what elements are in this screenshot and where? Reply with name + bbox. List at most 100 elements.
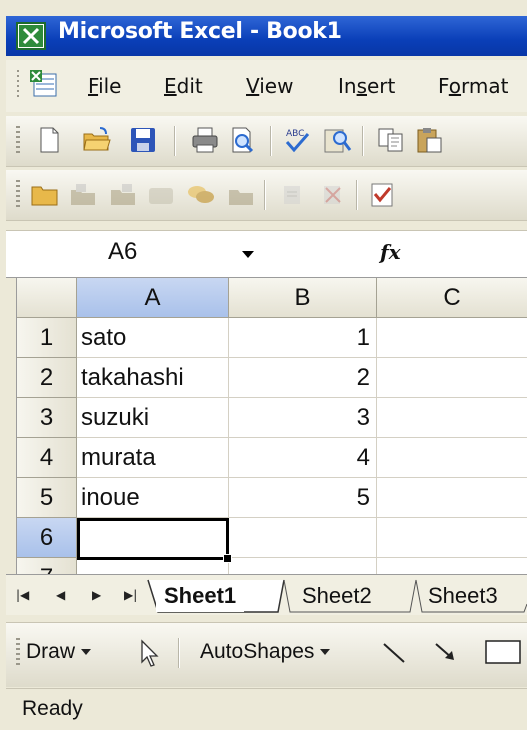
menu-insert[interactable]: Insert [338,74,395,98]
cell-c2[interactable] [377,358,527,398]
folder-icon[interactable] [30,180,60,208]
row-header[interactable]: 6 [17,518,77,558]
excel-icon[interactable] [16,22,46,50]
status-text: Ready [22,697,83,720]
toolbar-separator [264,180,266,210]
cell-a1[interactable]: sato [77,318,229,358]
copy-icon[interactable] [376,126,406,154]
research-icon[interactable] [322,126,352,154]
svg-text:ABC: ABC [286,129,304,139]
toolbar-separator [174,126,176,156]
print-icon[interactable] [190,126,220,154]
save-icon[interactable] [128,126,158,154]
menu-format[interactable]: Format [438,74,509,98]
rectangle-icon[interactable] [482,638,522,666]
cell-b1[interactable]: 1 [229,318,377,358]
access-key: s [356,74,367,98]
spelling-icon[interactable]: ABC [282,126,312,154]
tab-sheet2[interactable]: Sheet2 [294,580,380,612]
cell-c3[interactable] [377,398,527,438]
delete-icon[interactable] [318,180,348,208]
toolbar-separator [178,638,180,668]
status-bar [6,688,527,730]
clipboard-icon[interactable] [278,180,308,208]
check-icon[interactable] [368,180,398,208]
access-key: F [88,74,99,98]
chevron-down-icon [320,649,331,656]
row-header[interactable]: 4 [17,438,77,478]
chevron-down-icon [81,649,92,656]
cell-b4[interactable]: 4 [229,438,377,478]
first-sheet-icon[interactable]: |◀ [16,588,29,602]
next-sheet-icon[interactable]: ▶ [92,588,101,602]
note-icon[interactable] [146,180,176,208]
row-header[interactable]: 2 [17,358,77,398]
tab-sheet3[interactable]: Sheet3 [420,580,506,612]
prev-sheet-icon[interactable]: ◀ [56,588,65,602]
cell-b6[interactable] [229,518,377,558]
tab-sheet1[interactable]: Sheet1 [156,580,245,612]
cell-c4[interactable] [377,438,527,478]
new-icon[interactable] [34,126,64,154]
cell-a7[interactable] [77,558,229,574]
shape-icon[interactable] [226,180,256,208]
select-all-corner[interactable] [17,278,77,318]
row-header[interactable]: 5 [17,478,77,518]
toolbar-separator [362,126,364,156]
draw-label: Draw [26,640,76,663]
cell-c6[interactable] [377,518,527,558]
row-header[interactable]: 1 [17,318,77,358]
cell-a4[interactable]: murata [77,438,229,478]
cell-c7[interactable] [377,558,527,574]
autoshapes-menu-button[interactable]: AutoShapes [200,640,331,664]
cell-a2[interactable]: takahashi [77,358,229,398]
reviewing-icon[interactable] [186,180,216,208]
toolbar-separator [356,180,358,210]
active-cell-border [77,518,229,560]
cell-c1[interactable] [377,318,527,358]
toolbar-separator [270,126,272,156]
open-icon[interactable] [82,126,112,154]
toolbar-grip[interactable] [16,180,20,210]
cell-b5[interactable]: 5 [229,478,377,518]
column-header-a[interactable]: A [77,278,229,318]
menu-edit[interactable]: Edit [164,74,203,98]
draw-menu-button[interactable]: Draw [26,640,92,664]
access-key: V [246,74,260,98]
row-header[interactable]: 3 [17,398,77,438]
cell-a5[interactable]: inoue [77,478,229,518]
cell-a3[interactable]: suzuki [77,398,229,438]
shape-icon[interactable] [68,180,98,208]
name-box[interactable] [6,232,280,274]
cell-b3[interactable]: 3 [229,398,377,438]
insert-function-icon[interactable]: fx [380,240,401,264]
line-icon[interactable] [380,638,408,666]
column-header-b[interactable]: B [229,278,377,318]
print-preview-icon[interactable] [228,126,258,154]
access-key: o [448,74,462,98]
last-sheet-icon[interactable]: ▶| [124,588,137,602]
access-key: E [164,74,177,98]
menu-grip[interactable] [16,68,20,102]
window-title: Microsoft Excel - Book1 [58,19,342,44]
cell-b2[interactable]: 2 [229,358,377,398]
shape-icon[interactable] [108,180,138,208]
formula-input[interactable] [406,232,527,274]
name-box-dropdown-icon[interactable] [242,251,254,258]
column-header-c[interactable]: C [377,278,527,318]
paste-icon[interactable] [414,126,444,154]
menu-file[interactable]: File [88,74,121,98]
cell-b7[interactable] [229,558,377,574]
name-box-value: A6 [108,238,138,265]
toolbar-grip[interactable] [16,638,20,668]
cell-c5[interactable] [377,478,527,518]
menu-view[interactable]: View [246,74,293,98]
fill-handle[interactable] [223,554,232,563]
worksheet-grid: A B C 1 sato 1 2 takahashi 2 3 suzuki 3 … [16,278,527,574]
select-objects-icon[interactable] [138,638,160,668]
workbook-icon[interactable] [26,66,66,104]
row-header[interactable]: 7 [17,558,77,574]
toolbar-grip[interactable] [16,126,20,156]
autoshapes-label: AutoShapes [200,640,315,663]
arrow-icon[interactable] [432,638,460,666]
